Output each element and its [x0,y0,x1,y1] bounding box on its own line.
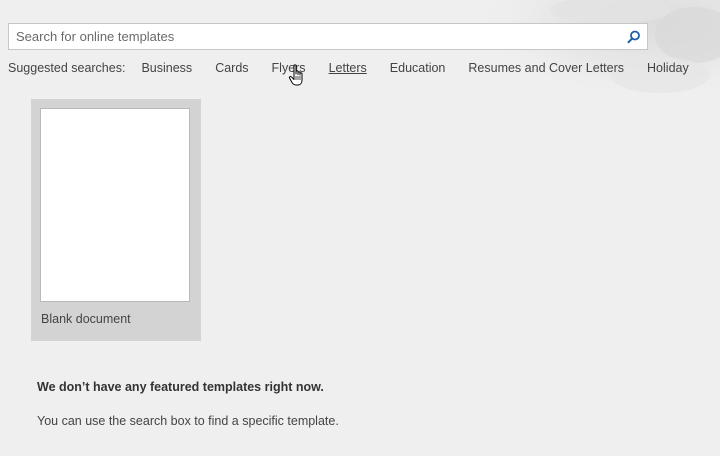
suggested-link-letters[interactable]: Letters [329,61,367,75]
suggested-searches-label: Suggested searches: [8,61,126,75]
background-decoration [460,0,720,110]
suggested-link-resumes[interactable]: Resumes and Cover Letters [468,61,624,75]
suggested-link-business[interactable]: Business [141,61,192,75]
suggested-searches: Suggested searches: Business Cards Flyer… [8,61,712,75]
search-box[interactable] [8,23,648,50]
search-input[interactable] [9,24,621,49]
suggested-link-education[interactable]: Education [390,61,446,75]
suggested-link-cards[interactable]: Cards [215,61,248,75]
suggested-link-flyers[interactable]: Flyers [272,61,306,75]
search-hint-message: You can use the search box to find a spe… [37,414,339,428]
no-featured-templates-message: We don’t have any featured templates rig… [37,380,324,394]
template-name: Blank document [41,312,131,326]
search-icon [627,30,640,43]
template-thumbnail [40,108,190,302]
template-tile-blank-document[interactable]: Blank document [31,99,201,341]
suggested-link-holiday[interactable]: Holiday [647,61,689,75]
search-button[interactable] [621,24,647,49]
